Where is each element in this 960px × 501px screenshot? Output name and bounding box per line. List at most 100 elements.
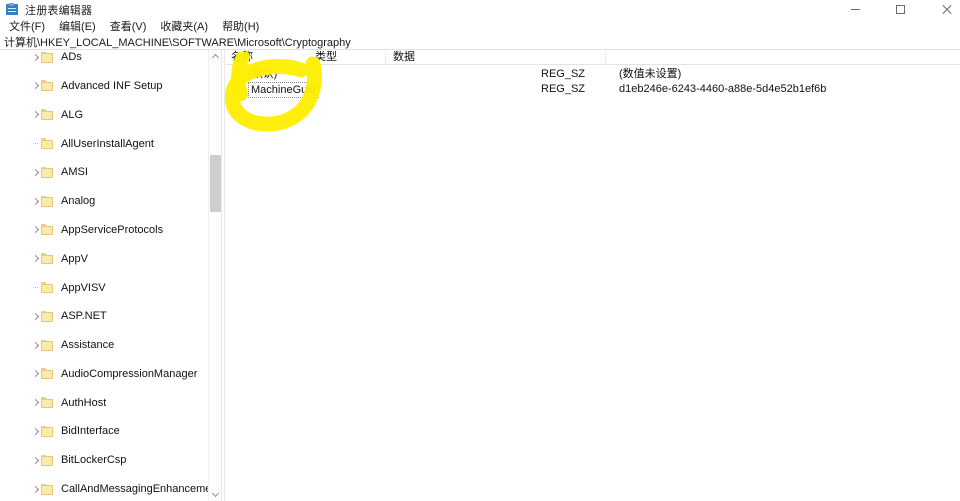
address-path: 计算机\HKEY_LOCAL_MACHINE\SOFTWARE\Microsof… — [4, 37, 351, 49]
tree-item-label: Advanced INF Setup — [61, 79, 163, 92]
chevron-right-icon[interactable] — [30, 453, 41, 467]
tree-scrollbar[interactable] — [208, 50, 221, 501]
tree-item-appv[interactable]: AppV — [0, 252, 208, 266]
folder-icon — [41, 224, 54, 236]
tree-item-label: Analog — [61, 195, 96, 208]
window-title: 注册表编辑器 — [25, 4, 93, 17]
title-bar: 注册表编辑器 — [0, 0, 960, 19]
string-value-icon: ab — [232, 68, 245, 79]
menu-item-favorites[interactable]: 收藏夹(A) — [153, 19, 215, 35]
minimize-button[interactable] — [833, 0, 878, 19]
chevron-right-icon[interactable] — [30, 79, 41, 93]
tree-item-assistance[interactable]: Assistance — [0, 338, 208, 352]
tree-item-bidinterface[interactable]: BidInterface — [0, 424, 208, 438]
tree-item-advanced-inf-setup[interactable]: Advanced INF Setup — [0, 79, 208, 93]
menu-item-file[interactable]: 文件(F) — [2, 19, 52, 35]
list-column-header: 名称 类型 数据 — [226, 50, 960, 65]
tree-item-bitlockercsp[interactable]: BitLockerCsp — [0, 453, 208, 467]
scroll-up-arrow-icon[interactable] — [209, 50, 221, 63]
chevron-right-icon[interactable] — [30, 108, 41, 122]
maximize-button[interactable] — [878, 0, 923, 19]
menu-item-help[interactable]: 帮助(H) — [215, 19, 266, 35]
folder-icon — [41, 397, 54, 409]
registry-tree[interactable]: ADs Advanced INF Setup ALG AllUserInstallAg… — [0, 50, 221, 501]
address-bar[interactable]: 计算机\HKEY_LOCAL_MACHINE\SOFTWARE\Microsof… — [0, 35, 960, 50]
tree-item-label: AudioCompressionManager — [61, 367, 198, 380]
tree-item-alg[interactable]: ALG — [0, 108, 208, 122]
folder-icon — [41, 454, 54, 466]
tree-item-authhost[interactable]: AuthHost — [0, 395, 208, 409]
column-divider[interactable] — [385, 52, 386, 63]
chevron-right-icon[interactable] — [30, 482, 41, 496]
tree-item-label: ASP.NET — [61, 310, 107, 323]
chevron-right-icon[interactable] — [30, 424, 41, 438]
close-button[interactable] — [923, 0, 960, 19]
column-header-name[interactable]: 名称 — [226, 50, 253, 65]
chevron-right-icon[interactable] — [30, 252, 41, 266]
folder-icon — [41, 368, 54, 380]
tree-item-label: BitLockerCsp — [61, 454, 127, 467]
chevron-right-icon[interactable] — [30, 396, 41, 410]
chevron-right-icon[interactable] — [30, 309, 41, 323]
folder-icon — [41, 51, 54, 63]
tree-item-label: BidInterface — [61, 425, 120, 438]
tree-item-alluserinstallagent[interactable]: AllUserInstallAgent — [0, 136, 208, 150]
tree-item-asp-net[interactable]: ASP.NET — [0, 309, 208, 323]
menu-item-edit[interactable]: 编辑(E) — [52, 19, 103, 35]
tree-item-label: AuthHost — [61, 396, 107, 409]
folder-icon — [41, 138, 54, 150]
tree-item-analog[interactable]: Analog — [0, 194, 208, 208]
registry-editor-window: 注册表编辑器 文件(F) 编辑(E) 查看(V) 收藏夹(A) 帮助(H) 计算… — [0, 0, 960, 501]
tree-item-label: AppServiceProtocols — [61, 223, 164, 236]
folder-icon — [41, 282, 54, 293]
tree-item-appserviceprotocols[interactable]: AppServiceProtocols — [0, 223, 208, 237]
folder-icon — [41, 310, 54, 322]
tree-item-audiocompressionmanager[interactable]: AudioCompressionManager — [0, 367, 208, 381]
tree-item-label: CallAndMessagingEnhancement — [61, 483, 221, 496]
value-name[interactable]: (默认) — [248, 67, 277, 81]
folder-icon — [41, 109, 54, 121]
folder-icon — [41, 339, 54, 351]
menu-item-view[interactable]: 查看(V) — [103, 19, 154, 35]
tree-item-label: AppVISV — [61, 281, 106, 294]
menu-bar: 文件(F) 编辑(E) 查看(V) 收藏夹(A) 帮助(H) — [0, 19, 960, 35]
pane-splitter[interactable] — [221, 50, 225, 501]
tree-item-appvisv[interactable]: AppVISV — [0, 280, 208, 294]
value-name-text: MachineGuid — [248, 82, 319, 98]
folder-icon — [41, 425, 54, 437]
chevron-right-icon[interactable] — [30, 50, 41, 64]
column-divider[interactable] — [605, 52, 606, 63]
folder-icon — [41, 253, 54, 265]
tree-leaf-line-icon — [30, 137, 41, 151]
value-type: REG_SZ — [541, 83, 586, 95]
chevron-right-icon[interactable] — [30, 338, 41, 352]
registry-values-pane[interactable]: 名称 类型 数据 ab (默认) REG_SZ (数值未设置) ab MachineGui… — [226, 50, 960, 501]
tree-item-amsi[interactable]: AMSI — [0, 165, 208, 179]
tree-item-label: Assistance — [61, 339, 115, 352]
value-name[interactable]: MachineGuid — [248, 82, 319, 98]
tree-item-label: ADs — [61, 51, 82, 64]
chevron-right-icon[interactable] — [30, 194, 41, 208]
registry-editor-icon — [6, 3, 19, 16]
tree-item-callandmessagingenhancement[interactable]: CallAndMessagingEnhancement — [0, 482, 221, 496]
scroll-down-arrow-icon[interactable] — [209, 488, 221, 501]
value-row[interactable]: ab MachineGuid REG_SZ d1eb246e-6243-4460-a8… — [226, 82, 960, 98]
column-divider[interactable] — [310, 52, 311, 63]
chevron-right-icon[interactable] — [30, 165, 41, 179]
string-value-icon: ab — [232, 83, 245, 94]
window-controls — [833, 0, 960, 19]
tree-item-label: AppV — [61, 252, 88, 265]
value-data: (数值未设置) — [619, 68, 682, 80]
registry-tree-pane[interactable]: ADs Advanced INF Setup ALG AllUserInstallAg… — [0, 50, 221, 501]
chevron-right-icon[interactable] — [30, 367, 41, 381]
column-header-type[interactable]: 类型 — [310, 50, 337, 65]
tree-item-ads[interactable]: ADs — [0, 50, 208, 64]
column-header-data[interactable]: 数据 — [388, 50, 415, 65]
value-row[interactable]: ab (默认) REG_SZ (数值未设置) — [226, 67, 960, 81]
tree-item-label: AllUserInstallAgent — [61, 137, 154, 150]
folder-icon — [41, 483, 54, 495]
chevron-right-icon[interactable] — [30, 223, 41, 237]
tree-scroll-thumb[interactable] — [210, 155, 221, 212]
tree-item-label: ALG — [61, 108, 84, 121]
folder-icon — [41, 166, 54, 178]
